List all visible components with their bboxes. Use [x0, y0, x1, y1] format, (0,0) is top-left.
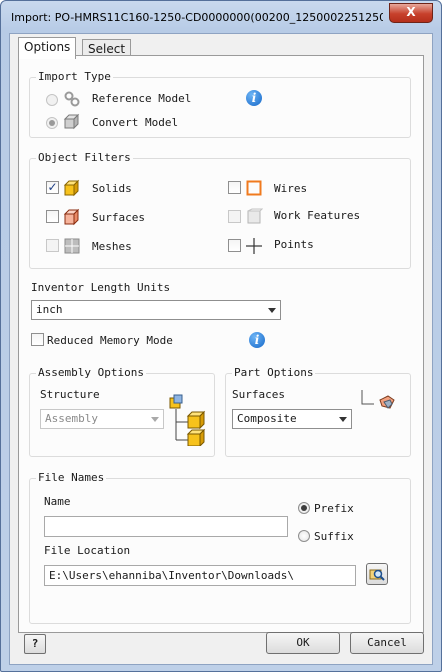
- meshes-checkbox[interactable]: [46, 239, 59, 252]
- name-input[interactable]: [44, 516, 288, 537]
- chevron-down-icon: [151, 417, 159, 422]
- wires-checkbox[interactable]: [228, 181, 241, 194]
- file-location-label: File Location: [44, 544, 131, 557]
- part-surfaces-value: Composite: [237, 412, 297, 425]
- chevron-down-icon: [339, 417, 347, 422]
- solids-label: Solids: [92, 182, 132, 195]
- browse-folder-button[interactable]: [366, 563, 388, 585]
- assembly-structure-icon: [169, 394, 206, 446]
- meshes-label: Meshes: [92, 240, 132, 253]
- reduced-memory-checkbox[interactable]: [31, 333, 44, 346]
- surfaces-label: Surfaces: [92, 211, 145, 224]
- length-units-dropdown[interactable]: inch: [31, 300, 281, 320]
- chevron-down-icon: [268, 308, 276, 313]
- assembly-options-title: Assembly Options: [36, 366, 146, 379]
- prefix-radio[interactable]: [298, 502, 310, 514]
- cancel-button[interactable]: Cancel: [350, 632, 424, 654]
- part-options-title: Part Options: [232, 366, 316, 379]
- suffix-label: Suffix: [314, 530, 354, 543]
- mesh-icon: [64, 238, 80, 254]
- convert-model-label: Convert Model: [92, 116, 179, 129]
- info-icon[interactable]: i: [249, 332, 265, 348]
- convert-model-radio[interactable]: [46, 117, 58, 129]
- work-features-label: Work Features: [274, 209, 361, 222]
- object-filters-title: Object Filters: [36, 151, 133, 164]
- reference-model-icon: [64, 91, 80, 107]
- help-button[interactable]: ?: [24, 634, 46, 654]
- options-tab-panel: Import Type Reference Model i Convert Mo…: [18, 55, 424, 633]
- length-units-label: Inventor Length Units: [31, 281, 171, 294]
- reference-model-label: Reference Model: [92, 92, 192, 105]
- points-checkbox[interactable]: [228, 239, 241, 252]
- import-type-title: Import Type: [36, 70, 113, 83]
- solid-cube-icon: [63, 179, 80, 197]
- import-type-group: Import Type Reference Model i Convert Mo…: [29, 70, 411, 138]
- solids-checkbox[interactable]: ✓: [46, 181, 59, 194]
- reference-model-radio[interactable]: [46, 94, 58, 106]
- file-location-input[interactable]: E:\Users\ehanniba\Inventor\Downloads\: [44, 565, 356, 586]
- prefix-label: Prefix: [314, 502, 354, 515]
- name-label: Name: [44, 495, 71, 508]
- wires-label: Wires: [274, 182, 308, 195]
- file-names-title: File Names: [36, 471, 107, 484]
- dialog-client-area: Options Select Import Type Reference Mod…: [9, 33, 433, 665]
- composite-surface-icon: [361, 390, 395, 409]
- work-features-icon: [247, 208, 263, 224]
- wire-icon: [246, 180, 262, 196]
- part-options-group: Part Options Surfaces Composite: [225, 366, 411, 457]
- length-units-value: inch: [36, 303, 63, 316]
- surface-icon: [63, 208, 80, 226]
- tab-options[interactable]: Options: [18, 37, 77, 59]
- structure-label: Structure: [40, 388, 100, 401]
- structure-value: Assembly: [45, 412, 98, 425]
- structure-dropdown[interactable]: Assembly: [40, 409, 164, 429]
- part-surfaces-dropdown[interactable]: Composite: [232, 409, 352, 429]
- magnifier-folder-icon: [369, 569, 385, 581]
- file-names-group: File Names Name Prefix Suffix File Locat…: [29, 471, 411, 624]
- suffix-radio[interactable]: [298, 530, 310, 542]
- assembly-options-group: Assembly Options Structure Assembly: [29, 366, 215, 457]
- window-title: Import: PO-HMRS11C160-1250-CD0000000(002…: [11, 11, 383, 24]
- ok-button[interactable]: OK: [266, 632, 340, 654]
- title-bar[interactable]: Import: PO-HMRS11C160-1250-CD0000000(002…: [1, 1, 441, 33]
- points-label: Points: [274, 238, 314, 251]
- info-icon[interactable]: i: [246, 90, 262, 106]
- object-filters-group: Object Filters ✓ Solids Surfaces Meshes …: [29, 151, 411, 269]
- point-icon: [246, 238, 262, 254]
- work-features-checkbox[interactable]: [228, 210, 241, 223]
- convert-model-icon: [63, 113, 80, 130]
- part-surfaces-label: Surfaces: [232, 388, 285, 401]
- surfaces-checkbox[interactable]: [46, 210, 59, 223]
- import-dialog-window: Import: PO-HMRS11C160-1250-CD0000000(002…: [0, 0, 442, 672]
- close-button[interactable]: X: [389, 3, 433, 23]
- reduced-memory-label: Reduced Memory Mode: [47, 334, 173, 347]
